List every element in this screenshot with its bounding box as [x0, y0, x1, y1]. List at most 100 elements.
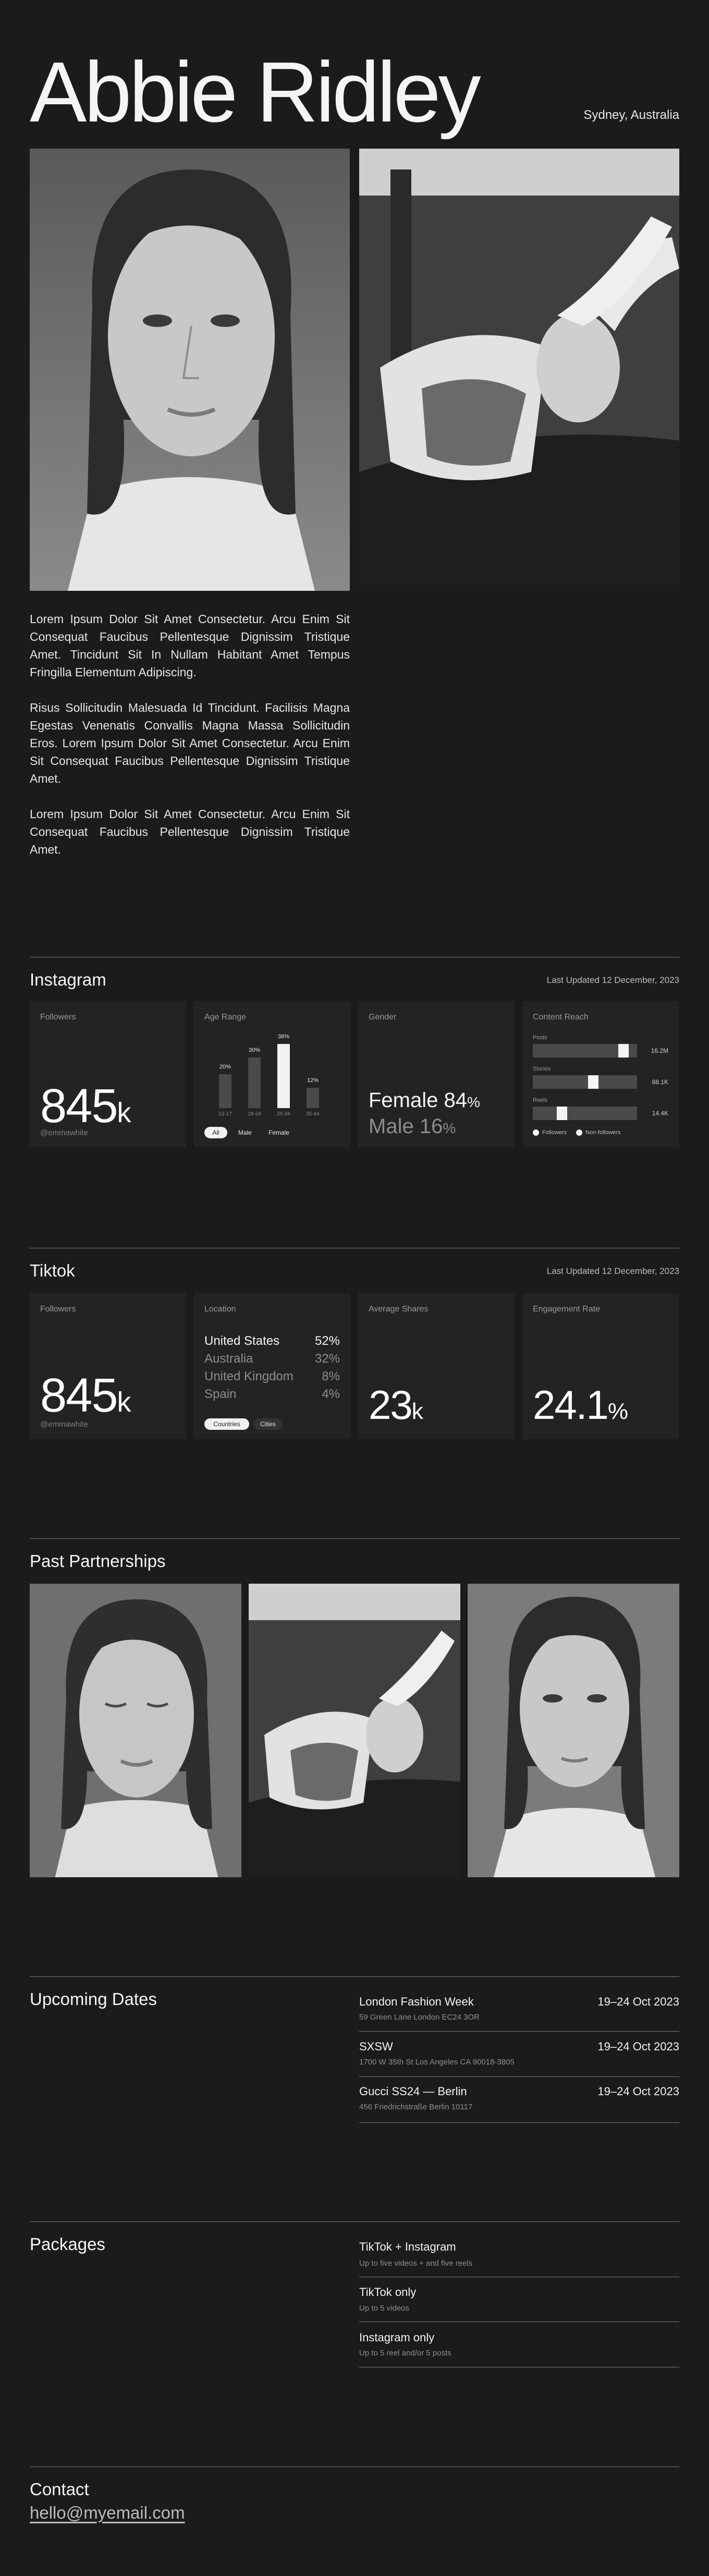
card-label: Content Reach	[533, 1013, 589, 1022]
content-reach-card: Content Reach Posts 16.2M Stories 88.1K …	[522, 1001, 679, 1147]
age-bar-label: 30%	[248, 1047, 261, 1053]
gender-female-value: Female 84%	[369, 1089, 480, 1112]
gender-card: Gender Female 84% Male 16%	[358, 1001, 515, 1147]
package-description: Up to five videos + and five reels	[359, 2259, 473, 2268]
age-bar-label: 20%	[219, 1064, 231, 1070]
divider	[30, 1538, 679, 1539]
event-date: 19–24 Oct 2023	[597, 2085, 679, 2098]
reach-label-stories: Stories	[533, 1066, 551, 1072]
card-label: Engagement Rate	[533, 1305, 600, 1314]
event-name: Gucci SS24 — Berlin	[359, 2085, 467, 2098]
reach-bar-reels	[533, 1107, 637, 1120]
reach-label-posts: Posts	[533, 1035, 547, 1041]
partnership-photo-1	[30, 1584, 241, 1877]
reach-bar-stories	[533, 1075, 637, 1089]
age-range-card: Age Range 20% 13-17 30% 18-24 38% 25-34 12% 35-…	[194, 1001, 350, 1147]
page-title: Abbie Ridley	[30, 44, 481, 140]
age-bar	[307, 1088, 319, 1108]
event-address: 59 Green Lane London EC24 3OR	[359, 2013, 480, 2022]
portrait-photo-1	[30, 149, 350, 591]
engagement-rate-card: Engagement Rate 24.1%	[522, 1293, 679, 1439]
instagram-followers-card: Followers 845k @emmawhite	[30, 1001, 186, 1147]
divider	[359, 2031, 679, 2032]
event-name: London Fashion Week	[359, 1995, 474, 2008]
dates-section-title: Upcoming Dates	[30, 1989, 157, 2009]
reach-marker	[618, 1044, 629, 1058]
package-description: Up to 5 reel and/or 5 posts	[359, 2349, 451, 2358]
followers-count: 845k	[40, 1369, 131, 1422]
bio-paragraph: Lorem Ipsum Dolor Sit Amet Consectetur. …	[30, 807, 350, 856]
package-name: Instagram only	[359, 2331, 435, 2344]
lying-photo	[359, 149, 679, 591]
divider	[359, 2122, 679, 2123]
age-bar	[277, 1043, 290, 1108]
reach-value-stories: 88.1K	[652, 1078, 668, 1086]
partnerships-section-title: Past Partnerships	[30, 1551, 166, 1571]
tiktok-last-updated: Last Updated 12 December, 2023	[546, 1266, 679, 1276]
email-link[interactable]: hello@myemail.com	[30, 2503, 185, 2523]
reach-value-posts: 16.2M	[651, 1047, 668, 1054]
legend-nonfollowers: Non-followers	[585, 1129, 621, 1136]
package-name: TikTok + Instagram	[359, 2240, 456, 2253]
location-label: Sydney, Australia	[583, 108, 679, 122]
package-name: TikTok only	[359, 2286, 417, 2299]
reach-marker	[588, 1075, 598, 1089]
gender-male-value: Male 16%	[369, 1115, 456, 1138]
card-label: Followers	[40, 1013, 76, 1022]
reach-bar-posts	[533, 1044, 637, 1058]
age-category-label: 25-34	[277, 1111, 290, 1117]
partnership-photo-2	[249, 1584, 460, 1877]
bio-paragraph: Lorem Ipsum Dolor Sit Amet Consectetur. …	[30, 612, 350, 679]
followers-count: 845k	[40, 1079, 131, 1133]
event-address: 1700 W 35th St Los Angeles CA 90018-3805	[359, 2058, 515, 2067]
tiktok-followers-card: Followers 845k @emmawhite	[30, 1293, 186, 1439]
location-row: Australia 32%	[204, 1352, 340, 1366]
reach-marker	[557, 1107, 567, 1120]
event-address: 456 Friedrichstraße Berlin 10117	[359, 2103, 473, 2111]
event-date: 19–24 Oct 2023	[597, 1995, 679, 2008]
tiktok-section-title: Tiktok	[30, 1261, 75, 1280]
bio-text: Lorem Ipsum Dolor Sit Amet Consectetur. …	[30, 610, 350, 876]
filter-all-button[interactable]: All	[204, 1127, 227, 1138]
age-category-label: 13-17	[218, 1111, 232, 1117]
age-bar	[219, 1074, 231, 1108]
reach-label-reels: Reels	[533, 1097, 548, 1103]
filter-male-button[interactable]: Male	[230, 1127, 260, 1138]
location-row: United States 52%	[204, 1334, 340, 1348]
reach-legend: Followers Non-followers	[533, 1129, 620, 1136]
card-label: Age Range	[204, 1013, 247, 1022]
location-row: United Kingdom 8%	[204, 1369, 340, 1383]
legend-followers-dot	[533, 1129, 539, 1136]
filter-female-button[interactable]: Female	[262, 1127, 296, 1138]
card-label: Gender	[369, 1013, 397, 1022]
age-bar-label: 38%	[277, 1033, 290, 1040]
legend-followers: Followers	[542, 1129, 567, 1136]
location-card: Location United States 52% Australia 32% U…	[194, 1293, 350, 1439]
divider	[359, 2076, 679, 2077]
legend-nonfollowers-dot	[576, 1129, 583, 1136]
packages-section-title: Packages	[30, 2234, 105, 2254]
location-row: Spain 4%	[204, 1387, 340, 1401]
instagram-last-updated: Last Updated 12 December, 2023	[546, 975, 679, 985]
divider	[30, 1976, 679, 1977]
engagement-rate-value: 24.1%	[533, 1382, 628, 1428]
filter-countries-button[interactable]: Countries	[204, 1418, 249, 1430]
reach-value-reels: 14.4K	[652, 1110, 668, 1117]
age-category-label: 35-44	[306, 1111, 320, 1117]
filter-cities-button[interactable]: Cities	[253, 1418, 283, 1430]
age-bar	[248, 1057, 261, 1108]
event-date: 19–24 Oct 2023	[597, 2040, 679, 2053]
instagram-section-title: Instagram	[30, 970, 106, 989]
contact-section-title: Contact	[30, 2480, 89, 2499]
account-handle: @emmawhite	[40, 1420, 88, 1429]
divider	[30, 2466, 679, 2467]
card-label: Location	[204, 1305, 236, 1314]
card-label: Followers	[40, 1305, 76, 1314]
divider	[30, 2221, 679, 2222]
partnership-photo-3	[468, 1584, 679, 1877]
bio-paragraph: Risus Sollicitudin Malesuada Id Tincidun…	[30, 701, 350, 785]
event-name: SXSW	[359, 2040, 393, 2053]
package-description: Up to 5 videos	[359, 2304, 409, 2313]
card-label: Average Shares	[369, 1305, 429, 1314]
average-shares-card: Average Shares 23k	[358, 1293, 515, 1439]
